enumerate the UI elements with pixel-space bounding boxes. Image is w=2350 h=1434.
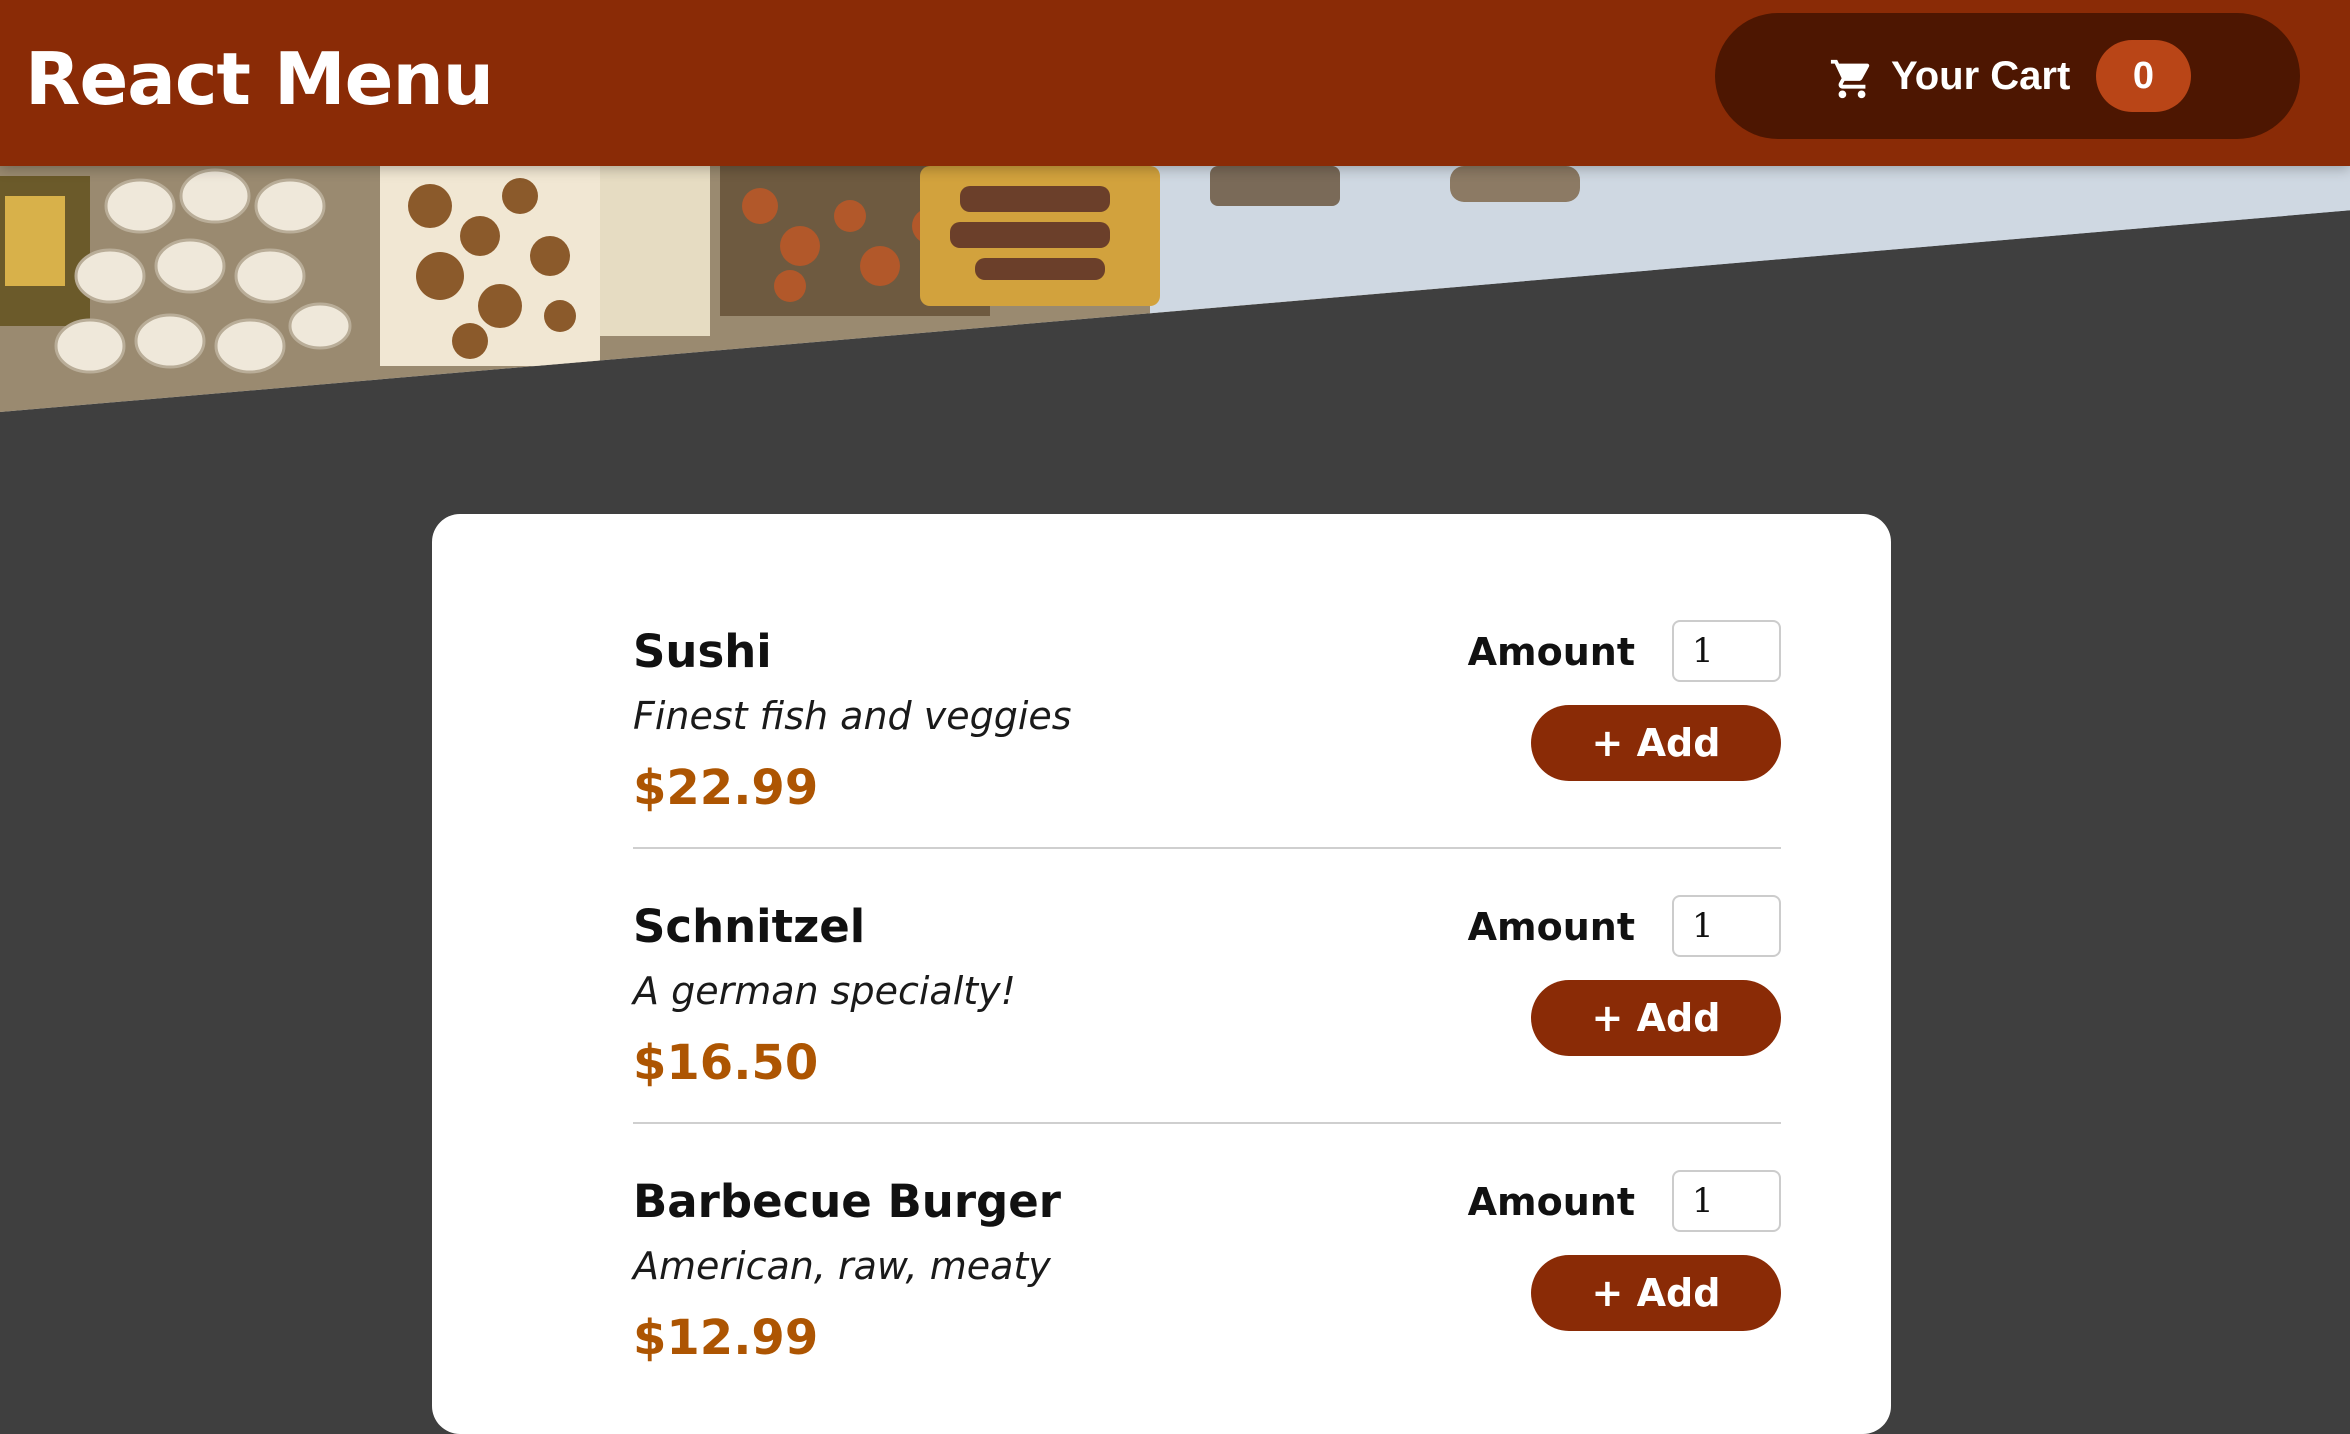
meal-price: $22.99 <box>633 760 819 816</box>
meal-item: Barbecue Burger American, raw, meaty $12… <box>633 1124 1781 1399</box>
add-to-cart-button[interactable]: + Add <box>1531 1255 1781 1331</box>
add-to-cart-button[interactable]: + Add <box>1531 980 1781 1056</box>
meal-price: $16.50 <box>633 1035 819 1091</box>
meal-description: A german specialty! <box>633 969 1016 1013</box>
amount-input[interactable] <box>1672 620 1781 682</box>
meal-price: $12.99 <box>633 1310 819 1366</box>
add-to-cart-button[interactable]: + Add <box>1531 705 1781 781</box>
amount-input[interactable] <box>1672 895 1781 957</box>
cart-button[interactable]: Your Cart 0 <box>1715 13 2300 139</box>
amount-label: Amount <box>1467 905 1635 949</box>
meal-item: Sushi Finest fish and veggies $22.99 Amo… <box>633 574 1781 849</box>
amount-label: Amount <box>1467 1180 1635 1224</box>
meal-description: American, raw, meaty <box>633 1244 1051 1288</box>
amount-label: Amount <box>1467 630 1635 674</box>
meal-description: Finest fish and veggies <box>633 694 1072 738</box>
meal-item: Schnitzel A german specialty! $16.50 Amo… <box>633 849 1781 1124</box>
app-header: React Menu Your Cart 0 <box>0 0 2350 166</box>
cart-count-badge: 0 <box>2096 40 2191 112</box>
app-title: React Menu <box>25 37 494 121</box>
meal-name: Barbecue Burger <box>633 1175 1061 1228</box>
hero-food-image <box>0 166 2350 412</box>
meal-name: Sushi <box>633 625 772 678</box>
meals-card: Sushi Finest fish and veggies $22.99 Amo… <box>432 514 1891 1434</box>
cart-label: Your Cart <box>1891 54 2071 98</box>
amount-input[interactable] <box>1672 1170 1781 1232</box>
meal-list: Sushi Finest fish and veggies $22.99 Amo… <box>633 574 1781 1399</box>
shopping-cart-icon <box>1829 56 1875 102</box>
meal-name: Schnitzel <box>633 900 866 953</box>
